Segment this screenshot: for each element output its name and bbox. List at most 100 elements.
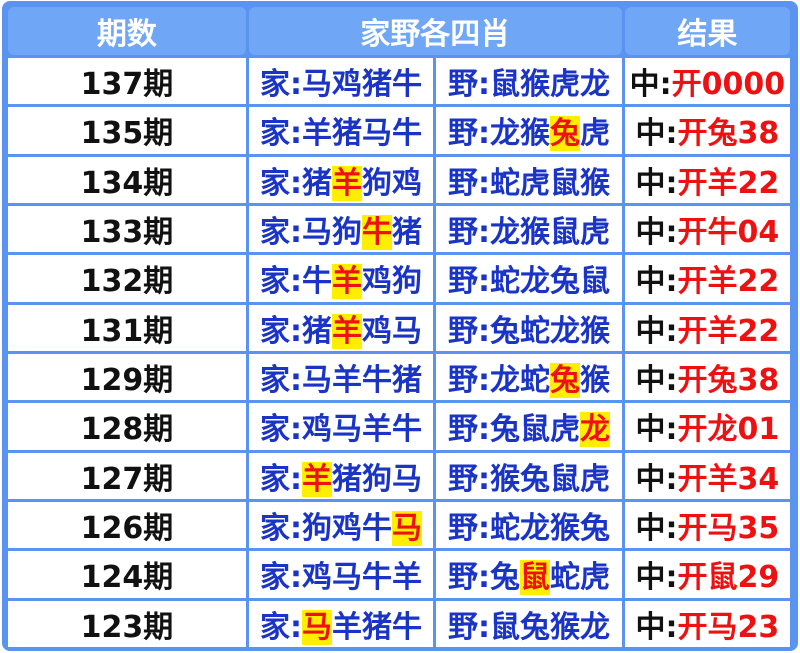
home-zodiac-cell: 家:猪羊狗鸡 — [248, 156, 434, 203]
home-prefix: 家: — [260, 609, 303, 645]
result-value: 开兔38 — [677, 116, 780, 152]
result-cell: 中:开牛04 — [624, 205, 790, 253]
result-value: 开兔38 — [677, 363, 780, 399]
zodiac-sign: 猪 — [392, 215, 423, 251]
wild-zodiac-cell: 野:蛇龙兔鼠 — [436, 255, 622, 302]
zodiac-sign: 龙 — [549, 313, 580, 349]
zodiac-sign: 龙 — [579, 67, 610, 103]
zodiac-sign: 羊 — [362, 412, 393, 448]
highlighted-zodiac: 马 — [302, 609, 333, 645]
zodiac-sign: 牛 — [362, 560, 393, 596]
zodiac-sign: 马 — [392, 313, 423, 349]
zodiac-sign: 鸡 — [362, 313, 393, 349]
zodiac-sign: 蛇 — [519, 313, 550, 349]
home-prefix: 家: — [260, 363, 303, 399]
home-zodiac-cell: 家:羊猪狗马 — [248, 452, 434, 499]
zodiac-sign: 鼠 — [549, 215, 580, 251]
table-row: 123期 家:马羊猪牛 野:鼠兔猴龙 中:开马23 — [8, 600, 790, 647]
result-cell: 中:开羊22 — [624, 156, 790, 203]
home-prefix: 家: — [260, 511, 303, 547]
period-cell: 137期 — [8, 58, 246, 105]
zodiac-sign: 蛇 — [519, 363, 550, 399]
wild-prefix: 野: — [447, 412, 490, 448]
wild-zodiac-cell: 野:鼠兔猴龙 — [436, 600, 622, 647]
table-row: 133期 家:马狗牛猪 野:龙猴鼠虎 中:开牛04 — [8, 205, 790, 253]
zodiac-sign: 猪 — [392, 363, 423, 399]
result-value: 开0000 — [671, 67, 786, 103]
zodiac-sign: 狗 — [332, 215, 363, 251]
zodiac-sign: 狗 — [392, 264, 423, 300]
home-prefix: 家: — [260, 67, 303, 103]
wild-zodiac-cell: 野:龙猴兔虎 — [436, 107, 622, 154]
zodiac-sign: 牛 — [392, 67, 423, 103]
table-row: 135期 家:羊猪马牛 野:龙猴兔虎 中:开兔38 — [8, 107, 790, 154]
highlighted-zodiac: 马 — [392, 511, 423, 547]
zodiac-sign: 狗 — [362, 165, 393, 201]
zodiac-sign: 猴 — [579, 313, 610, 349]
wild-prefix: 野: — [447, 363, 490, 399]
zodiac-sign: 马 — [332, 412, 363, 448]
zodiac-sign: 马 — [332, 560, 363, 596]
wild-zodiac-cell: 野:兔鼠虎龙 — [436, 403, 622, 450]
result-prefix: 中: — [635, 560, 678, 596]
zodiac-sign: 猪 — [302, 165, 333, 201]
home-prefix: 家: — [260, 560, 303, 596]
zodiac-sign: 兔 — [519, 609, 550, 645]
highlighted-zodiac: 羊 — [332, 165, 363, 201]
header-period: 期数 — [8, 7, 246, 55]
zodiac-sign: 牛 — [302, 264, 333, 300]
period-cell: 133期 — [8, 205, 246, 253]
wild-zodiac-cell: 野:鼠猴虎龙 — [436, 58, 622, 105]
zodiac-sign: 羊 — [302, 116, 333, 152]
wild-zodiac-cell: 野:蛇虎鼠猴 — [436, 156, 622, 203]
zodiac-sign: 猴 — [519, 215, 550, 251]
result-prefix: 中: — [635, 313, 678, 349]
zodiac-sign: 兔 — [549, 264, 580, 300]
zodiac-sign: 牛 — [392, 609, 423, 645]
zodiac-sign: 龙 — [519, 264, 550, 300]
home-prefix: 家: — [260, 412, 303, 448]
zodiac-sign: 羊 — [392, 560, 423, 596]
table-row: 127期 家:羊猪狗马 野:猴兔鼠虎 中:开羊34 — [8, 452, 790, 499]
home-zodiac-cell: 家:鸡马羊牛 — [248, 403, 434, 450]
zodiac-sign: 龙 — [519, 511, 550, 547]
table-row: 126期 家:狗鸡牛马 野:蛇龙猴兔 中:开马35 — [8, 501, 790, 549]
result-value: 开龙01 — [677, 412, 780, 448]
result-prefix: 中: — [635, 215, 678, 251]
wild-zodiac-cell: 野:兔鼠蛇虎 — [436, 551, 622, 598]
result-prefix: 中: — [629, 67, 672, 103]
zodiac-sign: 虎 — [579, 116, 610, 152]
wild-prefix: 野: — [447, 609, 490, 645]
zodiac-sign: 兔 — [579, 511, 610, 547]
result-cell: 中:开马23 — [624, 600, 790, 647]
zodiac-sign: 鸡 — [302, 412, 333, 448]
home-prefix: 家: — [260, 461, 303, 497]
zodiac-sign: 虎 — [549, 67, 580, 103]
table-row: 124期 家:鸡马牛羊 野:兔鼠蛇虎 中:开鼠29 — [8, 551, 790, 598]
period-cell: 135期 — [8, 107, 246, 154]
result-cell: 中:开兔38 — [624, 353, 790, 401]
table-row: 132期 家:牛羊鸡狗 野:蛇龙兔鼠 中:开羊22 — [8, 255, 790, 302]
result-value: 开羊34 — [677, 461, 780, 497]
zodiac-sign: 蛇 — [549, 560, 580, 596]
zodiac-sign: 牛 — [392, 412, 423, 448]
zodiac-sign: 鼠 — [579, 264, 610, 300]
zodiac-sign: 猪 — [332, 116, 363, 152]
wild-prefix: 野: — [447, 264, 490, 300]
zodiac-sign: 猪 — [362, 609, 393, 645]
result-value: 开牛04 — [677, 215, 780, 251]
zodiac-sign: 牛 — [362, 363, 393, 399]
zodiac-sign: 鼠 — [489, 609, 520, 645]
wild-prefix: 野: — [447, 116, 490, 152]
zodiac-sign: 马 — [392, 461, 423, 497]
result-cell: 中:开羊22 — [624, 304, 790, 351]
result-cell: 中:开羊22 — [624, 255, 790, 302]
result-value: 开鼠29 — [677, 560, 780, 596]
zodiac-sign: 马 — [302, 67, 333, 103]
zodiac-sign: 龙 — [489, 363, 520, 399]
home-zodiac-cell: 家:羊猪马牛 — [248, 107, 434, 154]
highlighted-zodiac: 兔 — [549, 116, 580, 152]
zodiac-sign: 猪 — [332, 461, 363, 497]
zodiac-sign: 猴 — [519, 67, 550, 103]
home-prefix: 家: — [260, 313, 303, 349]
